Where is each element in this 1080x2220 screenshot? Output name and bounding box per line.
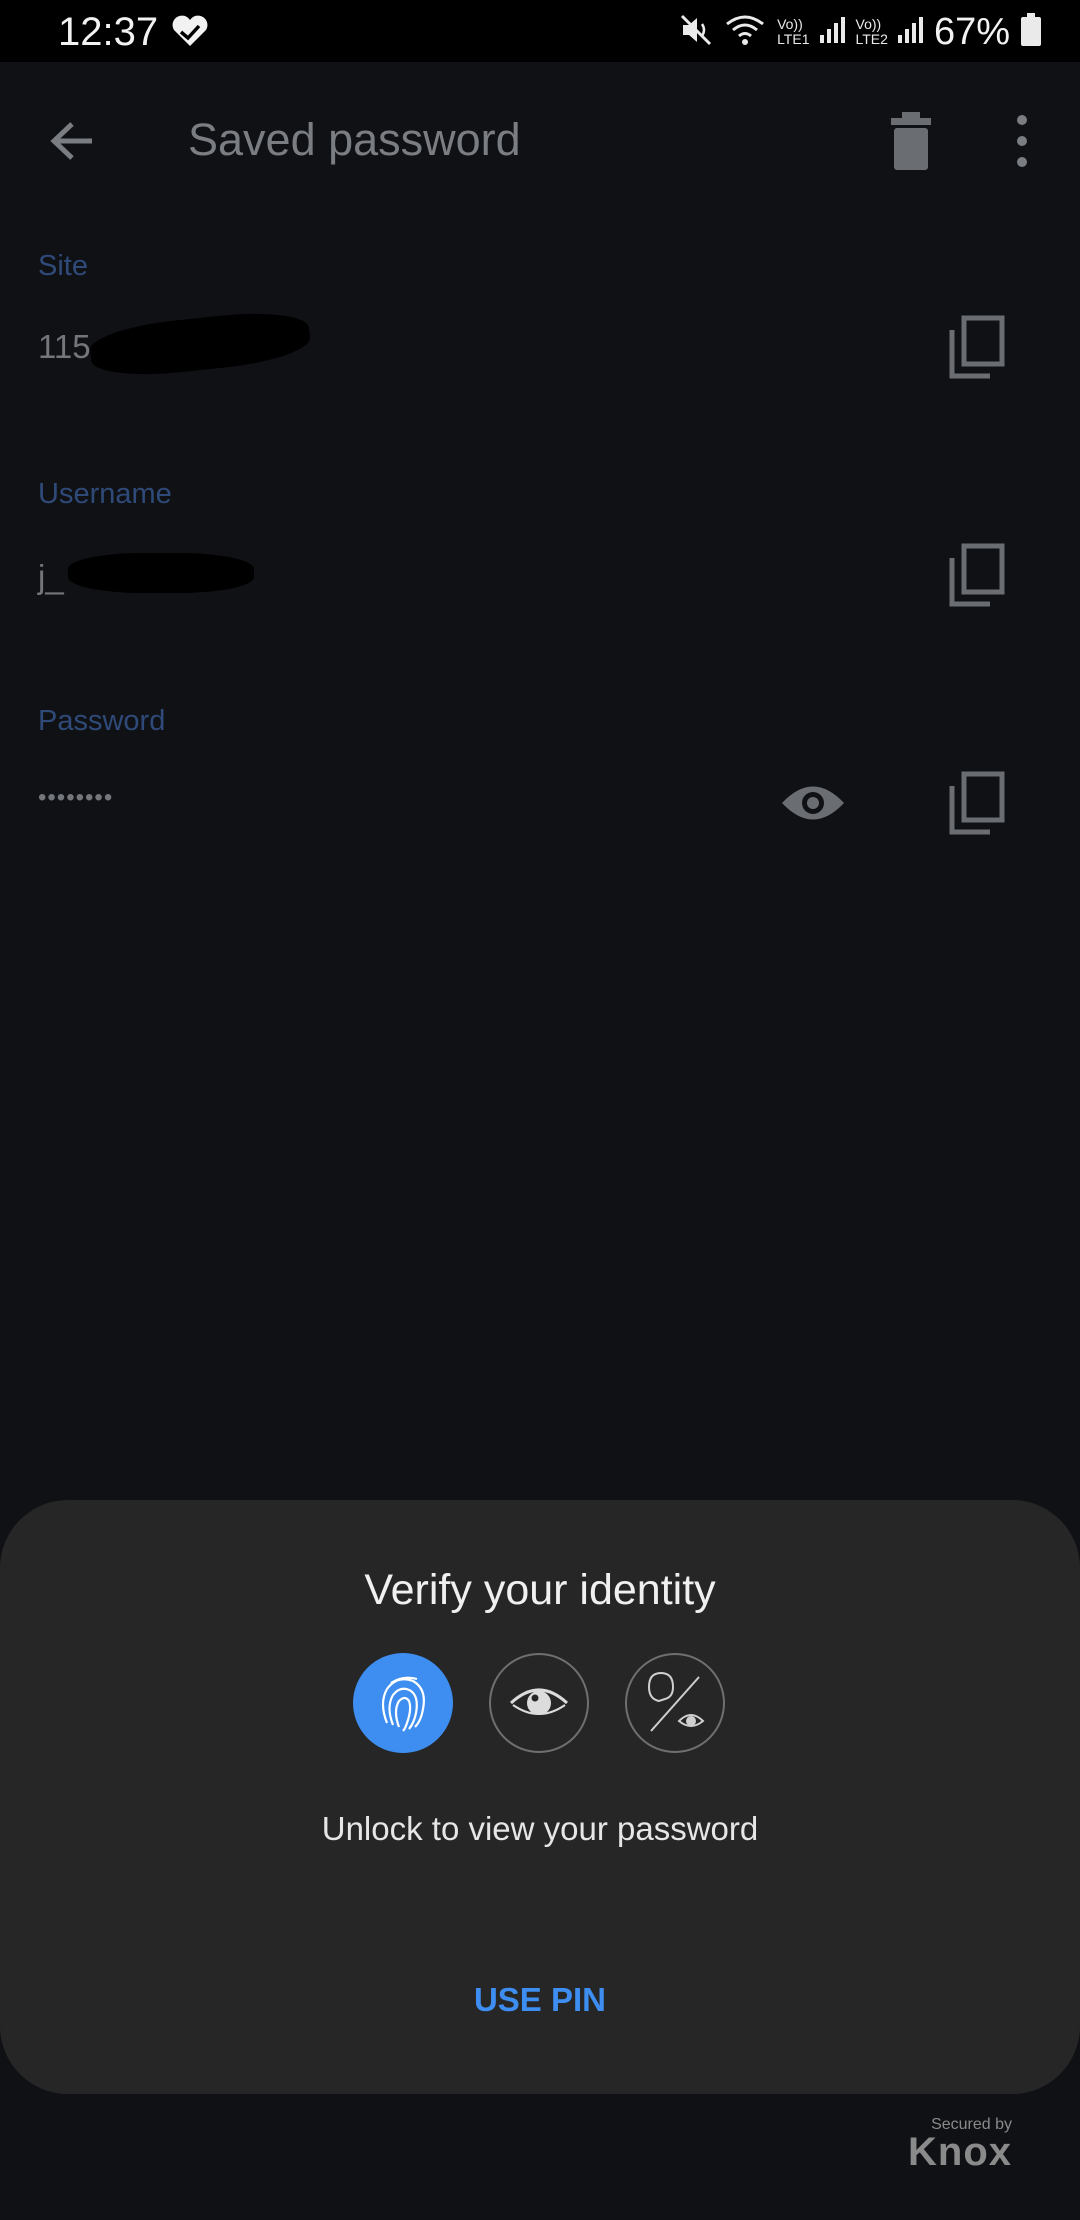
copy-password-button[interactable] [944, 768, 1008, 838]
use-pin-button[interactable]: USE PIN [420, 1970, 660, 2030]
sheet-subtitle: Unlock to view your password [321, 1810, 759, 1847]
username-label: Username [38, 478, 172, 510]
battery-icon [1020, 12, 1042, 52]
site-redaction [87, 306, 313, 382]
page-title: Saved password [188, 114, 521, 165]
arrow-left-icon [50, 122, 92, 160]
signal-2-icon [897, 15, 924, 50]
face-recognition-icon [647, 1671, 705, 1732]
knox-brand: Knox [908, 2130, 1012, 2174]
site-label: Site [38, 250, 88, 282]
verify-identity-sheet: Verify your identity Unlock to view your [0, 1500, 1080, 2094]
iris-option[interactable] [489, 1653, 589, 1753]
knox-logo: Secured by Knox [908, 2116, 1012, 2175]
app-bar: Saved password [0, 62, 1080, 212]
back-button[interactable] [40, 108, 106, 174]
delete-button[interactable] [880, 106, 942, 176]
more-vert-icon [1017, 115, 1027, 167]
status-bar: 12:37 Vo)) LTE1 Vo)) LTE2 67% [0, 0, 1080, 62]
status-time: 12:37 [58, 10, 159, 54]
sim2-label: Vo)) LTE2 [856, 17, 888, 47]
wifi-icon [723, 12, 767, 53]
copy-icon [949, 543, 1005, 607]
password-label: Password [38, 705, 166, 737]
fingerprint-icon [381, 1676, 425, 1732]
trash-icon [891, 112, 931, 170]
copy-icon [949, 771, 1005, 835]
copy-site-button[interactable] [944, 312, 1008, 382]
health-heart-icon [170, 14, 210, 53]
more-options-button[interactable] [1000, 106, 1044, 176]
show-password-button[interactable] [778, 778, 848, 828]
sim2-network: LTE2 [855, 31, 888, 47]
face-option[interactable] [625, 1653, 725, 1753]
mute-icon [679, 13, 713, 52]
username-redaction [68, 553, 254, 593]
copy-username-button[interactable] [944, 540, 1008, 610]
status-icons: Vo)) LTE1 Vo)) LTE2 67% [679, 8, 1042, 56]
sim1-label: Vo)) LTE1 [777, 17, 809, 47]
sim1-network: LTE1 [777, 31, 810, 47]
eye-icon [782, 786, 844, 820]
fingerprint-option[interactable] [353, 1653, 453, 1753]
signal-1-icon [819, 15, 846, 50]
battery-percent: 67% [933, 10, 1010, 53]
iris-eye-icon [509, 1688, 569, 1715]
password-value: •••••••• [38, 784, 114, 811]
sheet-title: Verify your identity [364, 1566, 716, 1614]
username-value: j_ [38, 558, 64, 595]
site-value: 115 [38, 328, 91, 365]
sim1-volte: Vo)) [777, 16, 803, 32]
sim2-volte: Vo)) [855, 16, 882, 32]
copy-icon [949, 315, 1005, 379]
